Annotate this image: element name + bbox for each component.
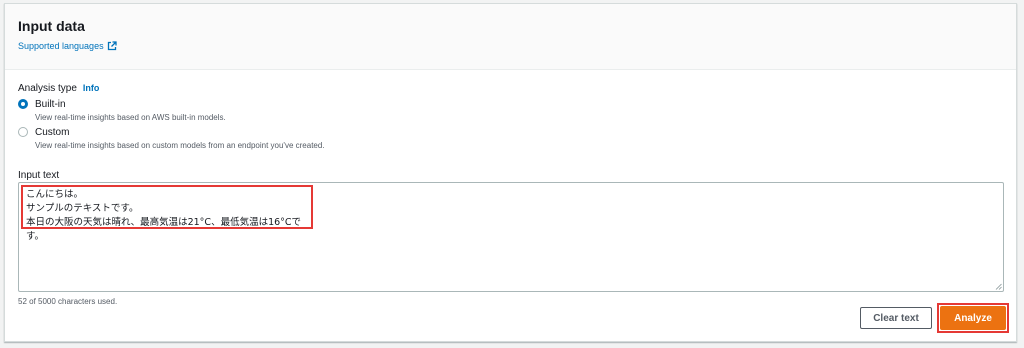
highlighted-text-content: こんにちは。 サンプルのテキストです。 本日の大阪の天気は晴れ、最高気温は21°… <box>21 185 313 242</box>
analysis-type-label-row: Analysis type Info <box>18 83 99 94</box>
radio-custom-description: View real-time insights based on custom … <box>35 141 325 150</box>
clear-text-button[interactable]: Clear text <box>860 307 932 329</box>
analysis-type-label: Analysis type <box>18 83 77 94</box>
supported-languages-link[interactable]: Supported languages <box>18 41 117 51</box>
radio-built-in[interactable]: Built-in View real-time insights based o… <box>18 99 226 123</box>
text-line: 本日の大阪の天気は晴れ、最高気温は21°C、最低気温は16°Cです。 <box>26 217 302 242</box>
input-text-label: Input text <box>18 170 60 181</box>
radio-custom-title: Custom <box>35 127 70 138</box>
text-line: こんにちは。 <box>26 189 84 200</box>
analyze-button[interactable]: Analyze <box>940 306 1006 330</box>
panel-header: Input data Supported languages <box>5 4 1016 70</box>
radio-built-in-title: Built-in <box>35 99 66 110</box>
radio-built-in-description: View real-time insights based on AWS bui… <box>35 113 226 122</box>
supported-languages-label: Supported languages <box>18 41 104 51</box>
input-text-area[interactable]: こんにちは。 サンプルのテキストです。 本日の大阪の天気は晴れ、最高気温は21°… <box>18 182 1004 292</box>
radio-unselected-icon[interactable] <box>18 127 28 137</box>
radio-selected-icon[interactable] <box>18 99 28 109</box>
character-count: 52 of 5000 characters used. <box>18 297 118 306</box>
text-line: サンプルのテキストです。 <box>26 203 139 214</box>
resize-handle-icon[interactable] <box>995 283 1002 290</box>
panel-title: Input data <box>18 18 85 34</box>
input-data-panel: Input data Supported languages Analysis … <box>4 3 1017 342</box>
radio-custom[interactable]: Custom View real-time insights based on … <box>18 127 325 151</box>
info-link[interactable]: Info <box>83 83 100 93</box>
external-link-icon <box>107 41 117 51</box>
